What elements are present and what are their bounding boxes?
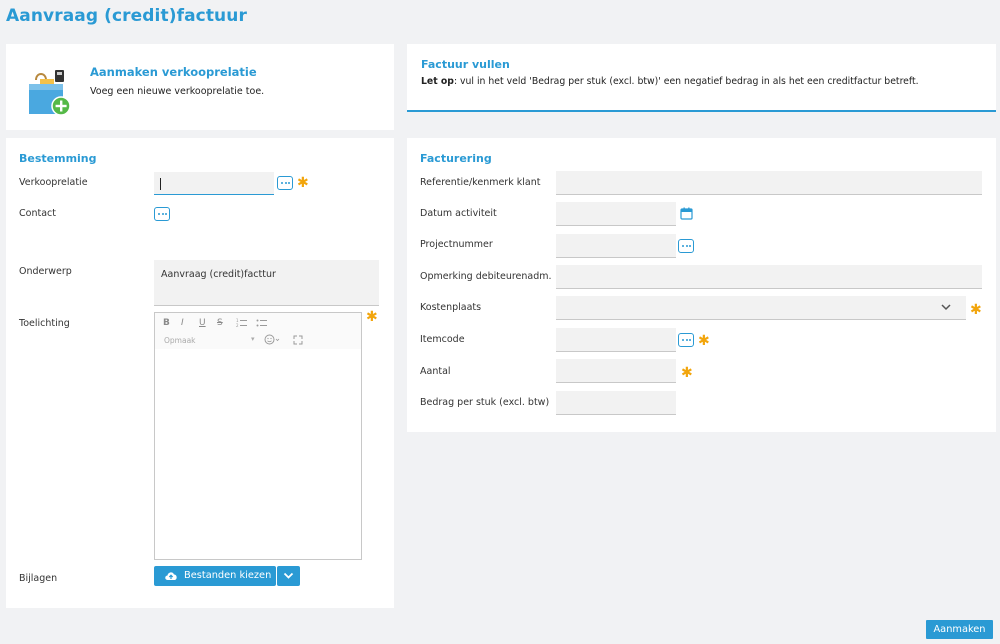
subject-value: Aanvraag (credit)facttur: [161, 269, 276, 280]
bold-button[interactable]: B: [163, 318, 170, 328]
text-caret: [160, 178, 161, 190]
editor-toolbar: B I U S 1 2 Opmaak ▾: [155, 313, 361, 349]
debtor-remark-input[interactable]: [556, 265, 982, 289]
required-asterisk-icon: ✱: [297, 175, 309, 191]
quantity-label: Aantal: [420, 366, 451, 377]
notice-text: Let op: vul in het veld 'Bedrag per stuk…: [421, 76, 919, 87]
invoicing-title: Facturering: [420, 152, 492, 165]
svg-text:2: 2: [236, 323, 239, 328]
notice-emphasis: Let op: [421, 76, 454, 87]
required-asterisk-icon: ✱: [698, 333, 710, 349]
activity-date-label: Datum activiteit: [420, 208, 497, 219]
item-code-label: Itemcode: [420, 334, 465, 345]
required-asterisk-icon: ✱: [970, 302, 982, 318]
list-ordered-icon[interactable]: 1 2: [236, 318, 247, 328]
create-button[interactable]: Aanmaken: [926, 620, 993, 639]
activity-date-input[interactable]: [556, 202, 676, 226]
project-number-label: Projectnummer: [420, 239, 493, 250]
explanation-label: Toelichting: [19, 318, 70, 329]
format-select-arrow-icon[interactable]: ▾: [251, 335, 255, 343]
item-code-input[interactable]: [556, 328, 676, 352]
contact-lookup-button[interactable]: [154, 207, 170, 221]
quantity-input[interactable]: [556, 359, 676, 383]
project-number-lookup-button[interactable]: [678, 239, 694, 253]
sales-relation-input[interactable]: [154, 172, 274, 195]
choose-files-label: Bestanden kiezen: [184, 570, 272, 581]
format-select[interactable]: Opmaak: [164, 336, 196, 345]
maximize-icon[interactable]: [293, 335, 303, 345]
underline-button[interactable]: U: [199, 318, 206, 328]
price-per-unit-input[interactable]: [556, 391, 676, 415]
explanation-rich-text-editor[interactable]: B I U S 1 2 Opmaak ▾: [154, 312, 362, 560]
required-asterisk-icon: ✱: [366, 309, 378, 325]
cost-center-label: Kostenplaats: [420, 302, 482, 313]
list-bulleted-icon[interactable]: [256, 318, 267, 328]
destination-card: Bestemming Verkooprelatie ✱ Contact Onde…: [6, 138, 394, 608]
calendar-icon[interactable]: [680, 207, 693, 220]
strikethrough-button[interactable]: S: [217, 318, 223, 328]
chevron-down-icon: [283, 572, 294, 579]
page-title: Aanvraag (credit)factuur: [6, 6, 247, 26]
invoicing-card: Facturering Referentie/kenmerk klant Dat…: [407, 138, 996, 432]
intro-description: Voeg een nieuwe verkooprelatie toe.: [90, 86, 265, 97]
reference-label: Referentie/kenmerk klant: [420, 177, 541, 188]
chevron-down-icon: [941, 304, 951, 311]
sales-relation-label: Verkooprelatie: [19, 177, 88, 188]
notice-title: Factuur vullen: [421, 58, 510, 71]
reference-input[interactable]: [556, 171, 982, 195]
item-code-lookup-button[interactable]: [678, 333, 694, 347]
cost-center-select[interactable]: [556, 296, 966, 320]
sales-relation-illustration-icon: [29, 70, 71, 116]
choose-files-dropdown-button[interactable]: [277, 566, 300, 586]
intro-card: Aanmaken verkooprelatie Voeg een nieuwe …: [6, 44, 394, 130]
project-number-input[interactable]: [556, 234, 676, 258]
required-asterisk-icon: ✱: [681, 365, 693, 381]
notice-body: : vul in het veld 'Bedrag per stuk (excl…: [453, 76, 919, 87]
intro-title: Aanmaken verkooprelatie: [90, 65, 257, 79]
subject-input[interactable]: Aanvraag (credit)facttur: [154, 260, 379, 306]
subject-label: Onderwerp: [19, 266, 72, 277]
attachments-label: Bijlagen: [19, 573, 58, 584]
cloud-upload-icon: [165, 572, 177, 580]
contact-label: Contact: [19, 208, 56, 219]
debtor-remark-label: Opmerking debiteurenadm.: [420, 271, 552, 282]
sales-relation-lookup-button[interactable]: [277, 176, 293, 190]
choose-files-button[interactable]: Bestanden kiezen: [154, 566, 276, 586]
smiley-icon[interactable]: [264, 334, 280, 345]
destination-title: Bestemming: [19, 152, 97, 165]
italic-button[interactable]: I: [181, 318, 184, 328]
price-per-unit-label: Bedrag per stuk (excl. btw): [420, 397, 550, 408]
invoice-notice-card: Factuur vullen Let op: vul in het veld '…: [407, 44, 996, 112]
